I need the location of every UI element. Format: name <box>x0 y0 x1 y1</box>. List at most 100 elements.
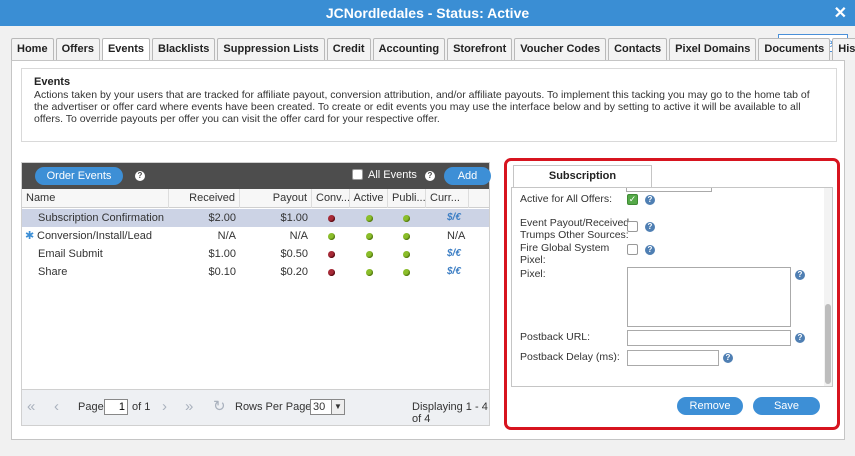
rows-per-page-value: 30 <box>313 401 326 413</box>
grid-header: Name Received Payout Conv... Active Publ… <box>22 189 489 208</box>
tab-pixel-domains[interactable]: Pixel Domains <box>669 38 757 60</box>
active-status-dot <box>366 227 373 245</box>
description-text: Actions taken by your users that are tra… <box>34 89 810 125</box>
col-curr[interactable]: Curr... <box>426 189 469 208</box>
tab-history[interactable]: History <box>832 38 855 60</box>
tab-credit[interactable]: Credit <box>326 38 371 60</box>
next-page-icon[interactable]: › <box>162 398 167 415</box>
conv-status-dot <box>328 209 335 227</box>
refresh-icon[interactable]: ↻ <box>213 397 226 415</box>
order-events-button[interactable]: Order Events <box>35 167 123 185</box>
all-events-help-icon[interactable]: ? <box>425 171 435 181</box>
event-payout: $0.50 <box>280 248 308 260</box>
event-received: $1.00 <box>208 248 236 260</box>
col-name[interactable]: Name <box>22 189 169 208</box>
event-detail-form: Active for All Offers: ✓ ? Event Payout/… <box>511 187 833 387</box>
event-payout: N/A <box>289 230 308 242</box>
col-conv[interactable]: Conv... <box>312 189 350 208</box>
tab-contacts[interactable]: Contacts <box>608 38 668 60</box>
event-received: $0.10 <box>208 266 236 278</box>
active-status-dot <box>366 245 373 263</box>
add-event-button[interactable]: Add <box>444 167 491 185</box>
order-help-icon[interactable]: ? <box>135 171 145 181</box>
table-row[interactable]: Subscription Confirmation $2.00 $1.00 $/… <box>22 209 489 227</box>
prev-page-icon[interactable]: ‹ <box>54 398 59 415</box>
conv-status-dot <box>328 245 335 263</box>
tab-accounting[interactable]: Accounting <box>372 38 446 60</box>
window-title: JCNordledales - Status: Active <box>325 5 530 21</box>
rows-per-page-label: Rows Per Page: <box>235 401 315 413</box>
postback-url-input[interactable] <box>627 330 791 346</box>
table-row[interactable]: Email Submit $1.00 $0.50 $/€ <box>22 245 489 263</box>
event-name: Email Submit <box>38 248 103 260</box>
event-name: Conversion/Install/Lead <box>37 230 152 242</box>
col-payout[interactable]: Payout <box>240 189 312 208</box>
conv-status-dot <box>328 263 335 281</box>
tab-subscription-confirmation[interactable]: Subscription Confirmation <box>513 165 652 203</box>
events-grid: Order Events ? All Events ? Add Name Rec… <box>21 162 491 426</box>
description-heading: Events <box>34 76 71 88</box>
event-received: $2.00 <box>208 212 236 224</box>
event-detail-panel: Subscription Confirmation Active for All… <box>504 158 840 430</box>
clipped-field[interactable] <box>626 188 712 192</box>
fire-global-checkbox[interactable] <box>627 244 638 255</box>
event-name: Subscription Confirmation <box>38 212 164 224</box>
last-page-icon[interactable]: » <box>185 398 193 415</box>
displaying-count: Displaying 1 - 4 of 4 <box>412 401 488 425</box>
page-number-input[interactable] <box>104 399 128 415</box>
active-all-help-icon[interactable]: ? <box>645 195 655 205</box>
col-received[interactable]: Received <box>169 189 240 208</box>
active-all-offers-checkbox[interactable]: ✓ <box>627 194 638 205</box>
publi-status-dot <box>403 209 410 227</box>
tab-documents[interactable]: Documents <box>758 38 831 60</box>
pixel-label: Pixel: <box>520 268 546 280</box>
payout-trumps-label-line2: Trumps Other Sources: <box>520 229 629 241</box>
tab-voucher-codes[interactable]: Voucher Codes <box>514 38 607 60</box>
rows-per-page-select[interactable]: 30 ▼ <box>310 399 345 415</box>
payout-trumps-help-icon[interactable]: ? <box>645 222 655 232</box>
publi-status-dot <box>403 245 410 263</box>
pagination-bar: « ‹ Page of 1 › » ↻ Rows Per Page: 30 ▼ … <box>22 389 489 425</box>
active-all-offers-label: Active for All Offers: <box>520 193 613 205</box>
event-received: N/A <box>217 230 236 242</box>
tab-blacklists[interactable]: Blacklists <box>152 38 216 60</box>
event-payout: $0.20 <box>280 266 308 278</box>
event-currency: N/A <box>447 230 466 242</box>
postback-url-help-icon[interactable]: ? <box>795 333 805 343</box>
postback-delay-input[interactable] <box>627 350 719 366</box>
tab-offers[interactable]: Offers <box>55 38 100 60</box>
payout-trumps-label-line1: Event Payout/Received <box>520 217 630 229</box>
fire-global-help-icon[interactable]: ? <box>645 245 655 255</box>
all-events-checkbox[interactable] <box>352 169 363 180</box>
col-publi[interactable]: Publi... <box>388 189 426 208</box>
chevron-down-icon: ▼ <box>331 400 344 414</box>
pixel-help-icon[interactable]: ? <box>795 270 805 280</box>
first-page-icon[interactable]: « <box>27 398 35 415</box>
tab-events[interactable]: Events <box>101 38 151 62</box>
page-label: Page <box>78 401 104 413</box>
col-active[interactable]: Active <box>350 189 388 208</box>
active-status-dot <box>366 263 373 281</box>
fire-global-label-line1: Fire Global System <box>520 242 610 254</box>
tab-storefront[interactable]: Storefront <box>447 38 513 60</box>
currency-icon[interactable]: $/€ <box>447 263 461 281</box>
tab-suppression-lists[interactable]: Suppression Lists <box>217 38 325 60</box>
postback-url-label: Postback URL: <box>520 331 591 343</box>
table-row[interactable]: Share $0.10 $0.20 $/€ <box>22 263 489 281</box>
publi-status-dot <box>403 263 410 281</box>
publi-status-dot <box>403 227 410 245</box>
postback-delay-help-icon[interactable]: ? <box>723 353 733 363</box>
tab-home[interactable]: Home <box>11 38 54 60</box>
table-row[interactable]: ✱ Conversion/Install/Lead N/A N/A N/A <box>22 227 489 245</box>
currency-icon[interactable]: $/€ <box>447 245 461 263</box>
currency-icon[interactable]: $/€ <box>447 209 461 227</box>
tab-bar: Home Offers Events Blacklists Suppressio… <box>11 38 855 62</box>
pixel-textarea[interactable] <box>627 267 791 327</box>
close-icon[interactable]: ✕ <box>834 3 847 23</box>
form-scrollbar-thumb[interactable] <box>825 304 831 384</box>
payout-trumps-checkbox[interactable] <box>627 221 638 232</box>
primary-event-icon: ✱ <box>25 230 35 242</box>
events-description: Events Actions taken by your users that … <box>21 68 837 142</box>
save-button[interactable]: Save <box>753 397 820 415</box>
remove-button[interactable]: Remove <box>677 397 743 415</box>
